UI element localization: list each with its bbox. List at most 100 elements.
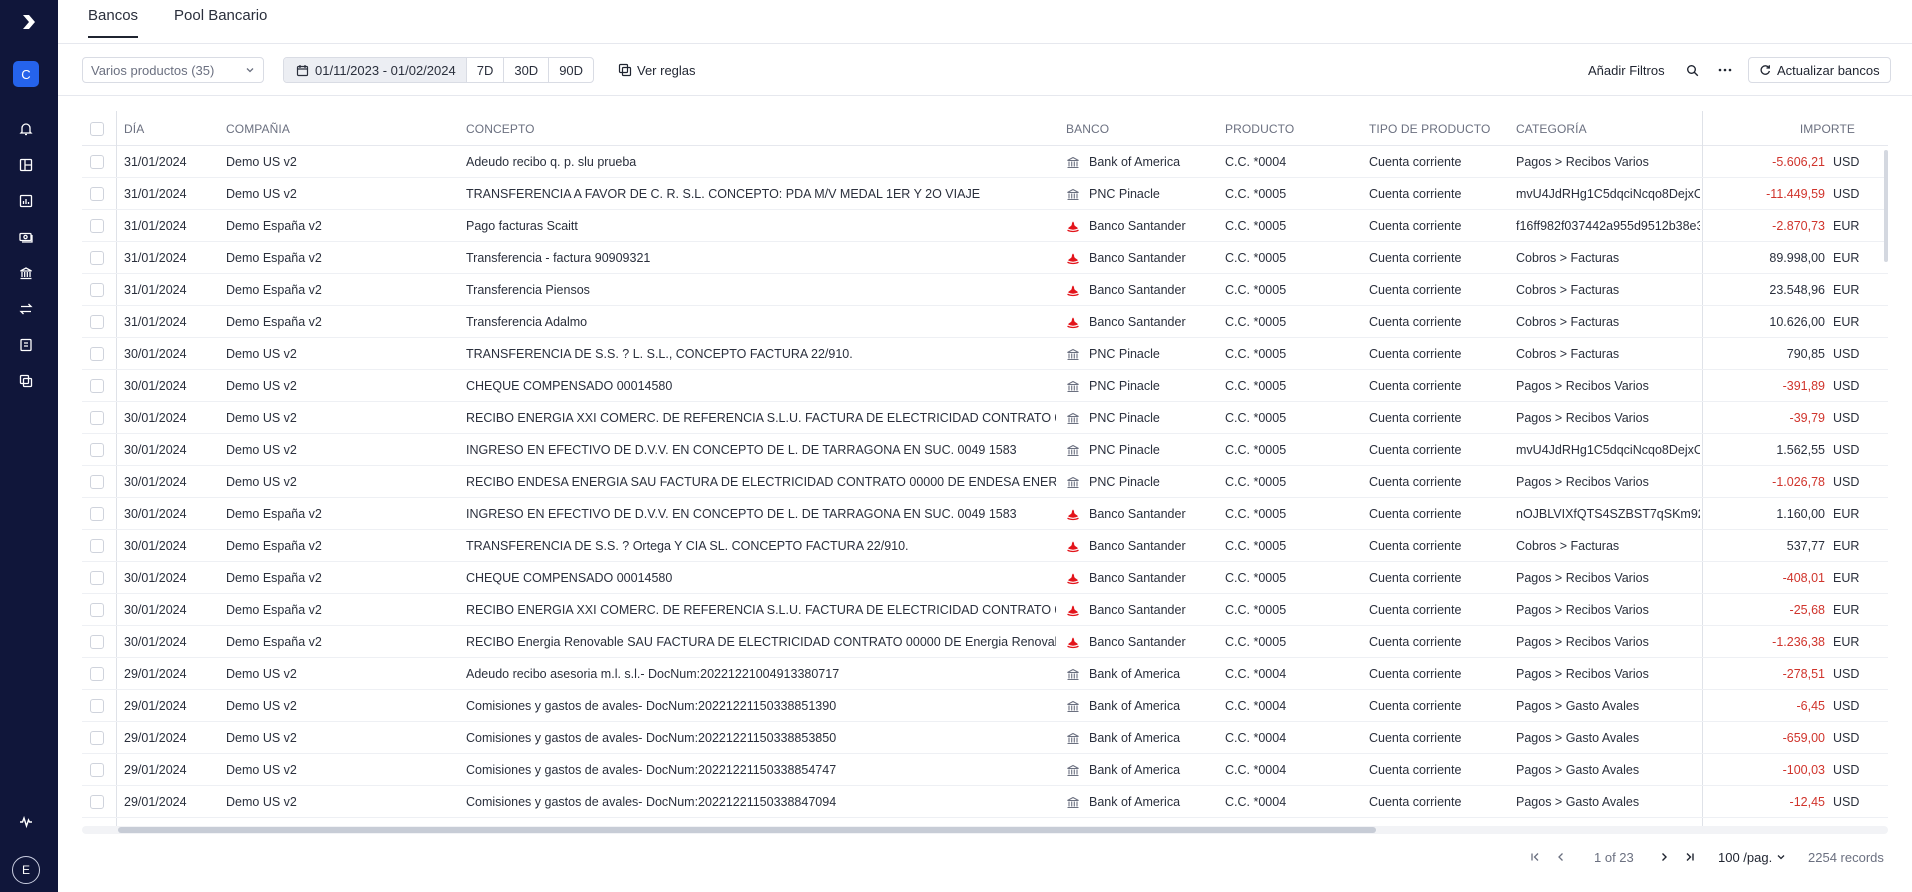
row-checkbox[interactable]	[90, 146, 106, 178]
col-tipo-producto[interactable]: TIPO DE PRODUCTO	[1369, 111, 1490, 146]
view-rules-button[interactable]: Ver reglas	[618, 57, 696, 83]
cell-banco: Banco Santander	[1066, 594, 1216, 626]
cell-currency: USD	[1833, 187, 1860, 201]
next-page-icon[interactable]	[1655, 846, 1673, 868]
table-row[interactable]: 31/01/2024 Demo US v2 TRANSFERENCIA A FAVO…	[82, 178, 1888, 210]
col-dia[interactable]: DÍA	[124, 111, 144, 146]
add-filters-button[interactable]: Añadir Filtros	[1588, 57, 1665, 83]
table-row[interactable]: 29/01/2024 Demo US v2 Comisiones y gastos …	[82, 690, 1888, 722]
row-checkbox[interactable]	[90, 658, 106, 690]
row-checkbox[interactable]	[90, 210, 106, 242]
cell-banco: PNC Pinacle	[1066, 370, 1216, 402]
book-icon[interactable]	[16, 335, 36, 355]
table-row[interactable]: 29/01/2024 Demo US v2 Comisiones y gastos …	[82, 722, 1888, 754]
cell-tipo-producto: Cuenta corriente	[1369, 603, 1462, 617]
money-icon[interactable]	[16, 227, 36, 247]
col-producto[interactable]: PRODUCTO	[1225, 111, 1294, 146]
range-7d-button[interactable]: 7D	[465, 58, 504, 82]
cell-categoria: f16ff982f037442a955d9512b38e3	[1516, 219, 1700, 233]
tab-pool-bancario[interactable]: Pool Bancario	[174, 7, 267, 36]
col-banco[interactable]: BANCO	[1066, 111, 1109, 146]
table-row[interactable]: 30/01/2024 Demo España v2 RECIBO Energia R…	[82, 626, 1888, 658]
cell-concepto: RECIBO Energia Renovable SAU FACTURA DE …	[466, 635, 1056, 649]
row-checkbox[interactable]	[90, 306, 106, 338]
bank-icon[interactable]	[16, 263, 36, 283]
table-row[interactable]: 31/01/2024 Demo España v2 Pago facturas Sc…	[82, 210, 1888, 242]
copy-icon[interactable]	[16, 371, 36, 391]
table-row[interactable]: 29/01/2024 Demo US v2 Comisiones y gastos …	[82, 786, 1888, 818]
col-categoria[interactable]: CATEGORÍA	[1516, 111, 1587, 146]
cell-categoria: Pagos > Recibos Varios	[1516, 635, 1649, 649]
vertical-scrollbar[interactable]	[1884, 146, 1889, 826]
bell-icon[interactable]	[16, 119, 36, 139]
table-row[interactable]: 31/01/2024 Demo US v2 Adeudo recibo q. p. …	[82, 146, 1888, 178]
cell-producto: C.C. *0005	[1225, 443, 1287, 457]
product-select[interactable]: Varios productos (35)	[82, 57, 264, 83]
row-checkbox[interactable]	[90, 530, 106, 562]
table-row[interactable]: 30/01/2024 Demo US v2 TRANSFERENCIA DE S.S…	[82, 338, 1888, 370]
horizontal-scrollbar[interactable]	[82, 826, 1888, 834]
first-page-icon[interactable]	[1526, 846, 1544, 868]
row-checkbox[interactable]	[90, 722, 106, 754]
table-row[interactable]: 30/01/2024 Demo US v2 RECIBO ENDESA ENERGI…	[82, 466, 1888, 498]
cell-tipo-producto: Cuenta corriente	[1369, 539, 1462, 553]
table-row[interactable]: 30/01/2024 Demo España v2 TRANSFERENCIA DE…	[82, 530, 1888, 562]
prev-page-icon[interactable]	[1552, 846, 1570, 868]
company-avatar[interactable]: C	[13, 61, 39, 87]
more-options-icon[interactable]	[1718, 57, 1732, 83]
table-row[interactable]: 30/01/2024 Demo España v2 INGRESO EN EFECT…	[82, 498, 1888, 530]
table-row[interactable]: 31/01/2024 Demo España v2 Transferencia - …	[82, 242, 1888, 274]
table-row[interactable]: 30/01/2024 Demo US v2 RECIBO ENERGIA XXI C…	[82, 402, 1888, 434]
row-checkbox[interactable]	[90, 466, 106, 498]
table-row[interactable]: 30/01/2024 Demo US v2 INGRESO EN EFECTIVO …	[82, 434, 1888, 466]
row-checkbox[interactable]	[90, 594, 106, 626]
table-row[interactable]: 30/01/2024 Demo US v2 CHEQUE COMPENSADO 00…	[82, 370, 1888, 402]
transfer-icon[interactable]	[16, 299, 36, 319]
col-compania[interactable]: COMPAÑIA	[226, 111, 290, 146]
row-checkbox[interactable]	[90, 274, 106, 306]
page-size-select[interactable]: 100 /pag.	[1718, 846, 1786, 868]
col-concepto[interactable]: CONCEPTO	[466, 111, 535, 146]
range-90d-button[interactable]: 90D	[548, 58, 593, 82]
cell-concepto: Comisiones y gastos de avales- DocNum:20…	[466, 763, 837, 777]
row-checkbox[interactable]	[90, 242, 106, 274]
row-checkbox[interactable]	[90, 786, 106, 818]
dashboard-icon[interactable]	[16, 155, 36, 175]
row-checkbox[interactable]	[90, 562, 106, 594]
activity-icon[interactable]	[16, 812, 36, 832]
col-importe[interactable]: IMPORTE	[1785, 111, 1855, 146]
cell-tipo-producto: Cuenta corriente	[1369, 251, 1462, 265]
row-checkbox[interactable]	[90, 370, 106, 402]
select-all-checkbox[interactable]	[90, 111, 104, 146]
table-row[interactable]: 29/01/2024 Demo US v2 Comisiones y gastos …	[82, 754, 1888, 786]
cell-currency: EUR	[1833, 251, 1860, 265]
row-checkbox[interactable]	[90, 498, 106, 530]
row-checkbox[interactable]	[90, 434, 106, 466]
table-row[interactable]: 31/01/2024 Demo España v2 Transferencia Pi…	[82, 274, 1888, 306]
row-checkbox[interactable]	[90, 402, 106, 434]
row-checkbox[interactable]	[90, 754, 106, 786]
row-checkbox[interactable]	[90, 178, 106, 210]
cell-tipo-producto: Cuenta corriente	[1369, 507, 1462, 521]
view-rules-label: Ver reglas	[637, 62, 696, 78]
logo-icon[interactable]	[14, 10, 44, 34]
row-checkbox[interactable]	[90, 690, 106, 722]
update-banks-button[interactable]: Actualizar bancos	[1748, 57, 1891, 83]
bank-name: Bank of America	[1089, 731, 1181, 745]
row-checkbox[interactable]	[90, 338, 106, 370]
cell-compania: Demo US v2	[226, 763, 297, 777]
table-row[interactable]: 31/01/2024 Demo España v2 Transferencia Ad…	[82, 306, 1888, 338]
range-30d-button[interactable]: 30D	[503, 58, 548, 82]
cell-banco: Bank of America	[1066, 722, 1216, 754]
table-row[interactable]: 30/01/2024 Demo España v2 CHEQUE COMPENSAD…	[82, 562, 1888, 594]
date-range-picker[interactable]: 01/11/2023 - 01/02/2024	[284, 58, 466, 82]
cell-importe: 537,77	[1786, 539, 1825, 553]
tab-bancos[interactable]: Bancos	[88, 7, 139, 38]
user-avatar[interactable]: E	[12, 856, 40, 884]
last-page-icon[interactable]	[1681, 846, 1699, 868]
search-icon[interactable]	[1686, 57, 1699, 83]
chart-icon[interactable]	[16, 191, 36, 211]
row-checkbox[interactable]	[90, 626, 106, 658]
table-row[interactable]: 30/01/2024 Demo España v2 RECIBO ENERGIA X…	[82, 594, 1888, 626]
table-row[interactable]: 29/01/2024 Demo US v2 Adeudo recibo asesor…	[82, 658, 1888, 690]
